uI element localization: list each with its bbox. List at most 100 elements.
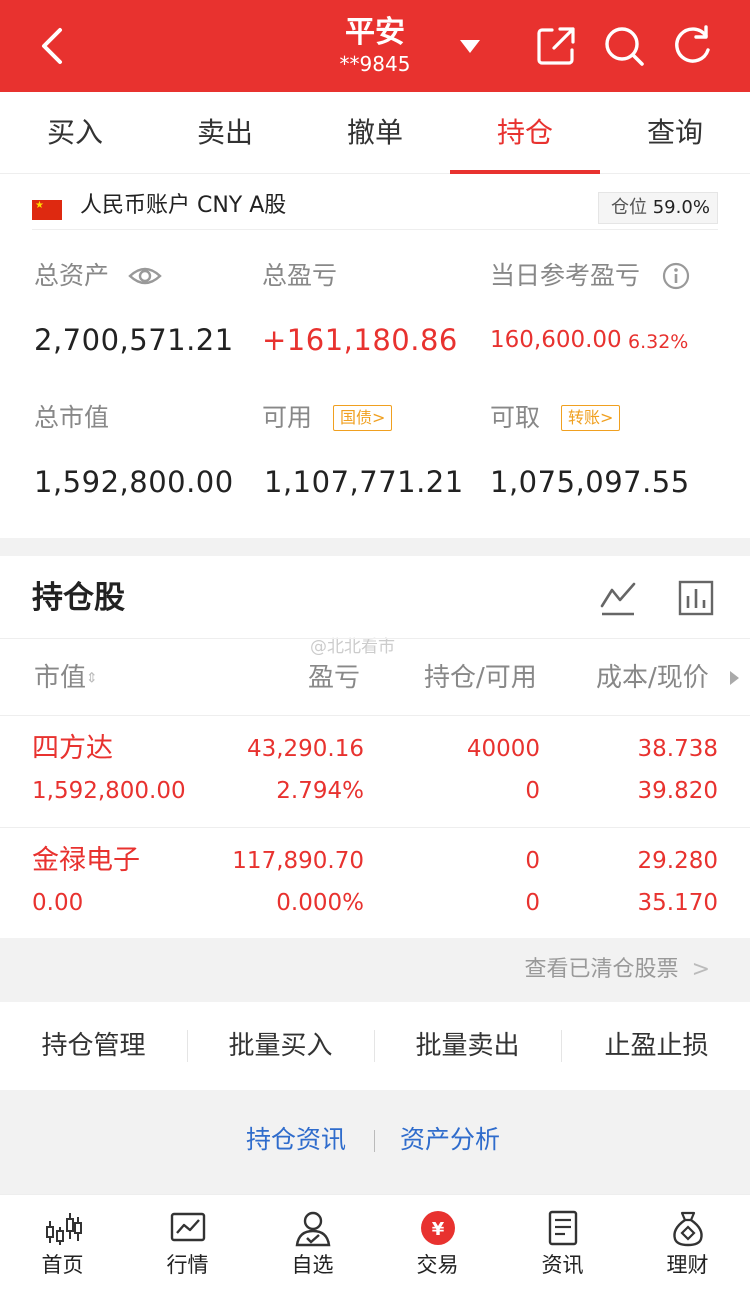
account-number: **9845 <box>339 52 411 76</box>
total-assets-value: 2,700,571.21 <box>34 323 234 357</box>
market-chart-icon <box>170 1212 206 1242</box>
nav-news[interactable]: 资讯 <box>500 1195 625 1294</box>
stock-name: 四方达 <box>32 733 113 764</box>
position-ratio-badge: 仓位 59.0% <box>598 192 718 224</box>
asset-summary: ★ 人民币账户 CNY A股 仓位 59.0% 总资产 总盈亏 当日参考盈亏 2… <box>0 174 750 538</box>
col-market-value[interactable]: 市值⇕ <box>34 661 98 696</box>
info-links: 持仓资讯 资产分析 <box>0 1090 750 1194</box>
available-label: 可用 <box>262 403 313 432</box>
stock-name: 金禄电子 <box>32 845 140 876</box>
stock-pnl-percent: 2.794% <box>276 778 364 804</box>
account-row: ★ 人民币账户 CNY A股 仓位 59.0% <box>32 186 718 230</box>
news-doc-icon <box>548 1210 578 1246</box>
col-cost-price[interactable]: 成本/现价 <box>596 661 709 695</box>
caret-right-icon[interactable] <box>728 669 740 687</box>
cleared-stocks-link[interactable]: 查看已清仓股票 > <box>525 956 710 984</box>
divider <box>374 1130 375 1152</box>
cleared-stocks-row[interactable]: 查看已清仓股票 > <box>0 938 750 1002</box>
stock-cost: 29.280 <box>637 848 718 874</box>
chevron-down-icon[interactable] <box>458 36 482 56</box>
bottom-navigation: 首页 行情 自选 ¥ 交易 资讯 理财 <box>0 1194 750 1294</box>
trade-tabs: 买入 卖出 撤单 持仓 查询 <box>0 92 750 174</box>
home-candlestick-icon <box>46 1213 82 1245</box>
bar-chart-icon[interactable] <box>676 578 716 618</box>
divider <box>561 1030 562 1062</box>
tab-query[interactable]: 查询 <box>600 92 750 174</box>
sort-icon: ⇕ <box>86 670 98 687</box>
position-value: 59.0% <box>652 197 710 218</box>
col-market-value-label: 市值 <box>34 663 87 693</box>
daily-pnl-value: 160,600.00 <box>490 327 622 353</box>
tab-buy[interactable]: 买入 <box>0 92 150 174</box>
treasury-bond-button[interactable]: 国债> <box>333 405 393 431</box>
watchlist-user-icon <box>295 1211 331 1247</box>
svg-text:¥: ¥ <box>432 1219 445 1240</box>
total-assets-label: 总资产 <box>34 261 110 290</box>
treasury-bond-label: 国债 <box>340 408 373 427</box>
nav-market-label: 行情 <box>166 1253 209 1277</box>
nav-news-label: 资讯 <box>541 1253 584 1277</box>
transfer-button[interactable]: 转账> <box>561 405 621 431</box>
back-icon[interactable] <box>30 22 74 70</box>
line-chart-icon[interactable] <box>598 578 638 618</box>
stock-price: 35.170 <box>637 890 718 916</box>
nav-watchlist[interactable]: 自选 <box>250 1195 375 1294</box>
tab-cancel[interactable]: 撤单 <box>300 92 450 174</box>
nav-watchlist-label: 自选 <box>291 1253 334 1277</box>
stock-position: 40000 <box>466 736 540 762</box>
stock-available: 0 <box>525 778 540 804</box>
batch-sell-button[interactable]: 批量卖出 <box>374 1002 561 1090</box>
holdings-title: 持仓股 <box>32 580 125 616</box>
withdrawable-label: 可取 <box>490 403 541 432</box>
stock-cost: 38.738 <box>637 736 718 762</box>
nav-wealth[interactable]: 理财 <box>625 1195 750 1294</box>
nav-trade[interactable]: ¥ 交易 <box>375 1195 500 1294</box>
daily-pnl-label: 当日参考盈亏 <box>490 261 641 290</box>
nav-trade-label: 交易 <box>416 1253 459 1277</box>
holding-actions-bar: 持仓管理 批量买入 批量卖出 止盈止损 <box>0 1002 750 1090</box>
yuan-trade-icon: ¥ <box>421 1211 455 1245</box>
daily-pnl-percent: 6.32% <box>628 331 689 353</box>
col-pnl[interactable]: 盈亏 <box>308 661 360 695</box>
tab-holdings-label: 持仓 <box>496 116 553 149</box>
chevron-right-icon: > <box>372 408 386 427</box>
cleared-stocks-label: 查看已清仓股票 <box>524 957 679 982</box>
withdrawable-value: 1,075,097.55 <box>490 465 690 499</box>
china-flag-icon: ★ <box>32 200 62 220</box>
col-position[interactable]: 持仓/可用 <box>424 661 537 695</box>
position-label: 仓位 <box>611 197 647 218</box>
stock-position: 0 <box>525 848 540 874</box>
take-profit-stop-loss-button[interactable]: 止盈止损 <box>563 1002 750 1090</box>
position-management-button[interactable]: 持仓管理 <box>0 1002 187 1090</box>
batch-buy-button[interactable]: 批量买入 <box>187 1002 374 1090</box>
stock-pnl: 117,890.70 <box>232 848 364 874</box>
chevron-right-icon: > <box>691 957 710 982</box>
account-switcher[interactable]: 平安 **9845 <box>300 14 450 76</box>
asset-analysis-link[interactable]: 资产分析 <box>400 1124 500 1156</box>
search-icon[interactable] <box>602 24 646 68</box>
tab-holdings[interactable]: 持仓 <box>450 92 600 174</box>
available-value: 1,107,771.21 <box>264 465 464 499</box>
nav-home[interactable]: 首页 <box>0 1195 125 1294</box>
nav-market[interactable]: 行情 <box>125 1195 250 1294</box>
refresh-icon[interactable] <box>670 24 714 68</box>
nav-home-label: 首页 <box>41 1253 84 1277</box>
money-bag-icon <box>673 1211 703 1247</box>
total-pnl-label: 总盈亏 <box>262 261 338 290</box>
share-icon[interactable] <box>534 24 578 68</box>
account-currency-label: 人民币账户 CNY A股 <box>80 193 287 218</box>
stock-available: 0 <box>525 890 540 916</box>
info-icon[interactable] <box>662 262 690 290</box>
transfer-label: 转账 <box>568 408 601 427</box>
table-row[interactable]: 金禄电子 0.00 117,890.70 0.000% 0 0 29.280 3… <box>0 828 750 940</box>
market-value-label: 总市值 <box>34 403 110 432</box>
holdings-column-header: 市值⇕ 盈亏 持仓/可用 成本/现价 <box>0 638 750 716</box>
top-bar: 平安 **9845 <box>0 0 750 92</box>
stock-market-value: 0.00 <box>32 890 84 916</box>
eye-icon[interactable] <box>128 262 162 290</box>
holdings-news-link[interactable]: 持仓资讯 <box>246 1124 346 1156</box>
tab-sell[interactable]: 卖出 <box>150 92 300 174</box>
table-row[interactable]: 四方达 1,592,800.00 43,290.16 2.794% 40000 … <box>0 716 750 828</box>
stock-pnl: 43,290.16 <box>246 736 364 762</box>
holdings-section: 持仓股 @北北看市 市值⇕ 盈亏 持仓/可用 成本/现价 四方达 1,592,8… <box>0 556 750 938</box>
